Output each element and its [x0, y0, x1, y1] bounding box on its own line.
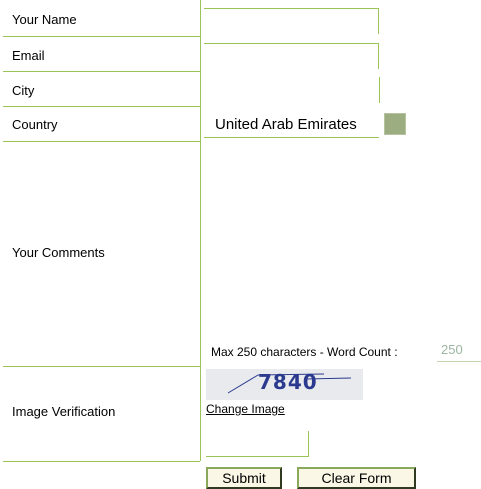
city-label: City — [12, 83, 35, 98]
verification-input[interactable] — [206, 431, 309, 457]
dropdown-arrow-icon[interactable] — [384, 113, 406, 135]
word-count-field: 250 — [437, 340, 481, 362]
email-label: Email — [12, 48, 45, 63]
row-divider-city — [3, 106, 200, 107]
column-divider — [200, 0, 201, 461]
captcha-image: 7840 — [206, 369, 363, 400]
comments-textarea[interactable] — [204, 145, 474, 335]
row-divider-email — [3, 71, 200, 72]
row-divider-comments — [3, 366, 200, 367]
change-image-link[interactable]: Change Image — [206, 402, 285, 416]
clear-form-button[interactable]: Clear Form — [297, 467, 416, 489]
email-input[interactable] — [204, 43, 379, 69]
city-input[interactable] — [204, 77, 380, 103]
captcha-text: 7840 — [258, 370, 318, 394]
country-label: Country — [12, 117, 58, 132]
row-divider-country — [3, 141, 200, 142]
row-divider-name — [3, 36, 200, 37]
comments-label: Your Comments — [12, 245, 105, 260]
word-count-text: Max 250 characters - Word Count : — [211, 345, 398, 359]
country-select-value: United Arab Emirates — [215, 116, 357, 133]
country-select[interactable]: United Arab Emirates — [204, 110, 379, 138]
row-divider-verification — [3, 461, 200, 462]
name-label: Your Name — [12, 12, 77, 27]
name-input[interactable] — [204, 8, 379, 34]
submit-button[interactable]: Submit — [206, 467, 282, 489]
verification-label: Image Verification — [12, 404, 116, 419]
